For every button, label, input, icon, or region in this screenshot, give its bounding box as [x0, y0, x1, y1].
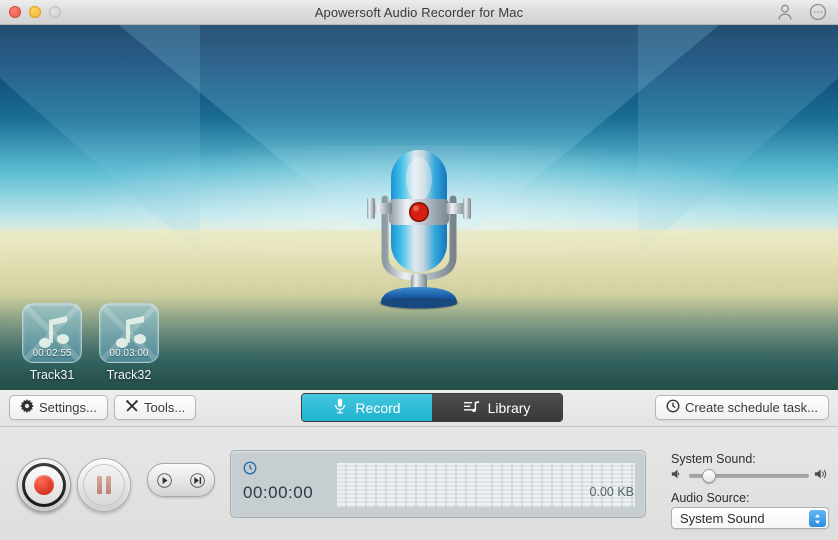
track-list: 00:02:55 Track31 00:03:00 Track32: [22, 303, 159, 382]
account-icon[interactable]: [775, 2, 795, 22]
pause-bar: [106, 476, 111, 494]
record-button[interactable]: [17, 458, 71, 512]
record-indicator: [34, 475, 54, 495]
speaker-high-icon[interactable]: [814, 467, 829, 485]
track-label: Track32: [106, 368, 152, 382]
speaker-low-icon[interactable]: [671, 467, 684, 485]
mode-tabs: Record Library: [301, 393, 563, 422]
left-level-meter: [337, 463, 483, 507]
file-size: 0.00 KB: [589, 485, 634, 499]
track-duration: 00:03:00: [109, 348, 149, 359]
tools-button[interactable]: Tools...: [114, 395, 197, 420]
create-schedule-task-button[interactable]: Create schedule task...: [655, 395, 829, 420]
microphone-icon: [333, 398, 347, 417]
tab-record-label: Record: [355, 399, 401, 416]
tab-record[interactable]: Record: [302, 394, 432, 421]
recording-status-panel: 00:00:00 0.00 KB: [230, 450, 646, 518]
track-label: Track31: [29, 368, 75, 382]
wrench-screwdriver-icon: [125, 399, 139, 416]
pause-bar: [97, 476, 102, 494]
microphone-illustration: [359, 137, 479, 312]
hero-banner: 00:02:55 Track31 00:03:00 Track32: [0, 25, 838, 390]
elapsed-time: 00:00:00: [243, 483, 314, 502]
audio-source-select[interactable]: System Sound: [671, 507, 829, 529]
list-item[interactable]: 00:03:00 Track32: [99, 303, 159, 382]
tab-library-label: Library: [487, 399, 531, 416]
playlist-note-icon: [463, 399, 480, 417]
tools-button-label: Tools...: [144, 400, 186, 415]
elapsed-time-block: 00:00:00: [243, 461, 313, 503]
settings-button-label: Settings...: [39, 400, 97, 415]
audio-settings-panel: System Sound: Audio Source: System Sound: [671, 452, 829, 529]
volume-slider[interactable]: [689, 469, 809, 483]
track-thumbnail[interactable]: 00:03:00: [99, 303, 159, 363]
track-thumbnail[interactable]: 00:02:55: [22, 303, 82, 363]
title-bar-actions: [775, 2, 828, 22]
playback-controls: [147, 463, 215, 497]
app-window: Apowersoft Audio Recorder for Mac 00:02:…: [0, 0, 838, 540]
play-button[interactable]: [148, 472, 181, 488]
system-sound-label: System Sound:: [671, 452, 756, 466]
track-duration: 00:02:55: [32, 348, 72, 359]
settings-button[interactable]: Settings...: [9, 395, 108, 420]
chevron-updown-icon[interactable]: [809, 510, 826, 527]
window-title: Apowersoft Audio Recorder for Mac: [314, 4, 524, 20]
audio-source-label: Audio Source:: [671, 491, 750, 505]
gear-icon: [20, 399, 34, 416]
list-item[interactable]: 00:02:55 Track31: [22, 303, 82, 382]
volume-slider-knob[interactable]: [702, 469, 717, 483]
clock-icon: [666, 399, 680, 416]
pause-button[interactable]: [77, 458, 131, 512]
next-track-button[interactable]: [181, 472, 214, 488]
feedback-icon[interactable]: [808, 2, 828, 22]
tab-library[interactable]: Library: [432, 394, 562, 421]
audio-source-value: System Sound: [680, 510, 765, 526]
clock-icon: [243, 461, 257, 479]
volume-slider-row: [671, 468, 829, 484]
create-schedule-task-label: Create schedule task...: [685, 400, 818, 415]
title-bar: Apowersoft Audio Recorder for Mac: [0, 0, 838, 25]
